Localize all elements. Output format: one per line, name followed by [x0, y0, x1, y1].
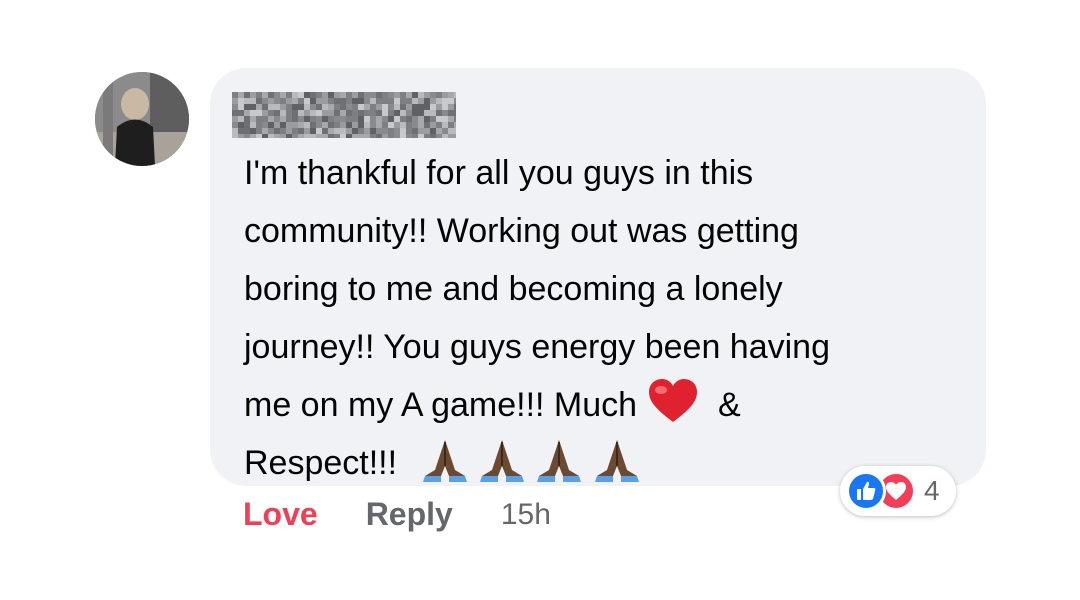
folded-hands-icon [422, 440, 467, 482]
reaction-count: 4 [924, 475, 940, 506]
folded-hands-icon [537, 440, 582, 482]
comment-line-text: & [717, 386, 741, 424]
comment-line-text: me on my A game!!! Much [244, 386, 638, 424]
comment-line: I'm thankful for all you guys in this [244, 154, 754, 192]
red-heart-icon [648, 379, 697, 422]
comment-actions: Love Reply 15h [243, 496, 551, 533]
comment-line: journey!! You guys energy been having [244, 328, 831, 366]
love-reaction-button[interactable]: Love [243, 496, 318, 533]
author-name-blurred[interactable] [232, 92, 460, 140]
folded-hands-icon [594, 440, 639, 482]
comment-line: boring to me and becoming a lonely [244, 270, 783, 308]
comment-line-text: Respect!!! [244, 444, 398, 482]
comment-bubble: I'm thankful for all you guys in this co… [210, 68, 986, 486]
reply-button[interactable]: Reply [366, 496, 453, 533]
comment-line: me on my A game!!! Much & [244, 376, 964, 434]
timestamp[interactable]: 15h [501, 498, 551, 532]
reactions-summary[interactable]: 4 [840, 466, 956, 516]
like-icon [846, 471, 886, 511]
folded-hands-icon [479, 440, 524, 482]
avatar[interactable] [95, 72, 189, 166]
folded-hands-group [421, 436, 641, 502]
comment-text: I'm thankful for all you guys in this co… [244, 144, 964, 502]
comment-line: community!! Working out was getting [244, 212, 799, 250]
blurred-name-mosaic [232, 92, 460, 140]
profile-photo [95, 72, 189, 166]
